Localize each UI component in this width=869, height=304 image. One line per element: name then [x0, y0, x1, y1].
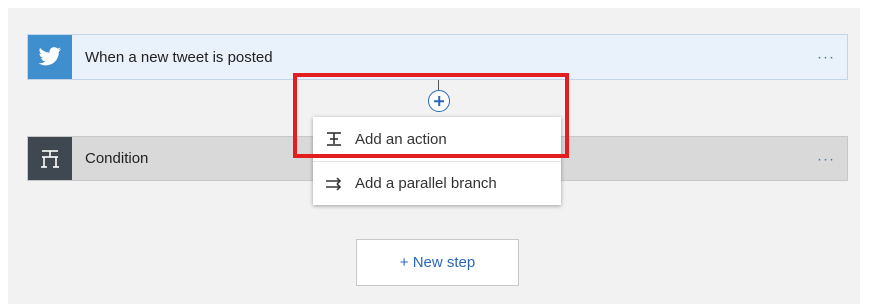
new-step-button[interactable]: + New step — [356, 239, 519, 286]
trigger-more-button[interactable]: ··· — [817, 49, 835, 66]
condition-more-button[interactable]: ··· — [817, 150, 835, 167]
menu-item-add-parallel-branch[interactable]: Add a parallel branch — [313, 161, 561, 205]
twitter-bird-icon — [28, 35, 72, 79]
highlight-box — [293, 73, 569, 158]
parallel-branch-icon — [325, 174, 345, 194]
condition-title: Condition — [85, 150, 149, 167]
menu-item-label: Add a parallel branch — [355, 175, 497, 192]
condition-icon — [28, 137, 72, 180]
trigger-title: When a new tweet is posted — [85, 48, 273, 66]
